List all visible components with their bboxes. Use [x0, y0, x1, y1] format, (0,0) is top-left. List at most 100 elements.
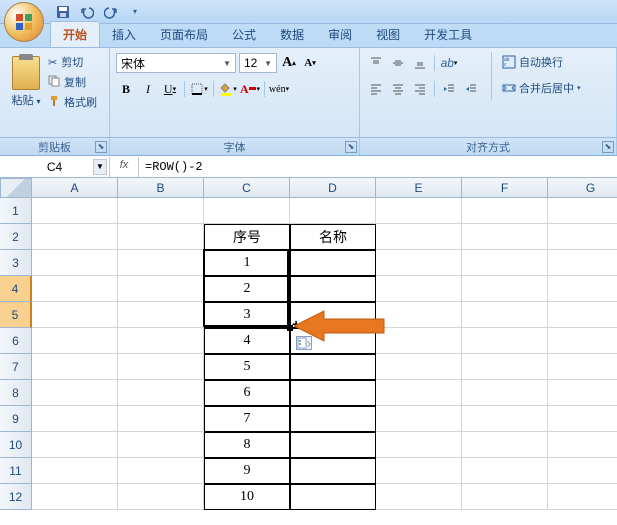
cell-C12[interactable]: 10 — [204, 484, 290, 510]
cell-C9[interactable]: 7 — [204, 406, 290, 432]
cell-B7[interactable] — [118, 354, 204, 380]
shrink-font-button[interactable]: A▾ — [301, 54, 319, 72]
font-color-button[interactable]: A▾ — [240, 79, 260, 99]
cell-G1[interactable] — [548, 198, 617, 224]
cell-F12[interactable] — [462, 484, 548, 510]
office-button[interactable] — [4, 2, 44, 42]
cell-C7[interactable]: 5 — [204, 354, 290, 380]
cell-D10[interactable] — [290, 432, 376, 458]
formula-input[interactable]: =ROW()-2 — [139, 160, 617, 174]
cell-E4[interactable] — [376, 276, 462, 302]
cell-D2[interactable]: 名称 — [290, 224, 376, 250]
cell-C8[interactable]: 6 — [204, 380, 290, 406]
cell-A8[interactable] — [32, 380, 118, 406]
tab-developer[interactable]: 开发工具 — [412, 22, 484, 47]
cell-B5[interactable] — [118, 302, 204, 328]
col-header-D[interactable]: D — [290, 178, 376, 198]
cell-C10[interactable]: 8 — [204, 432, 290, 458]
cell-G5[interactable] — [548, 302, 617, 328]
col-header-G[interactable]: G — [548, 178, 617, 198]
cell-C6[interactable]: 4 — [204, 328, 290, 354]
tab-insert[interactable]: 插入 — [100, 22, 148, 47]
increase-indent-button[interactable] — [461, 79, 481, 99]
cell-G8[interactable] — [548, 380, 617, 406]
cell-A7[interactable] — [32, 354, 118, 380]
col-header-B[interactable]: B — [118, 178, 204, 198]
align-bottom-button[interactable] — [410, 53, 430, 73]
name-box[interactable]: C4 ▼ — [0, 157, 110, 177]
fx-button[interactable]: fx — [116, 159, 132, 175]
cell-B4[interactable] — [118, 276, 204, 302]
cell-D7[interactable] — [290, 354, 376, 380]
cell-C2[interactable]: 序号 — [204, 224, 290, 250]
cell-C4[interactable]: 2 — [204, 276, 290, 302]
font-size-select[interactable]: 12▼ — [239, 53, 277, 73]
cell-F4[interactable] — [462, 276, 548, 302]
row-header-6[interactable]: 6 — [0, 328, 32, 354]
cell-B1[interactable] — [118, 198, 204, 224]
cell-A9[interactable] — [32, 406, 118, 432]
font-dialog-launcher[interactable]: ⬊ — [345, 141, 357, 153]
row-header-8[interactable]: 8 — [0, 380, 32, 406]
cell-F1[interactable] — [462, 198, 548, 224]
wrap-text-button[interactable]: abc自动换行 — [498, 52, 585, 72]
clipboard-dialog-launcher[interactable]: ⬊ — [95, 141, 107, 153]
fill-color-button[interactable]: ▾ — [218, 79, 238, 99]
cell-E9[interactable] — [376, 406, 462, 432]
row-header-7[interactable]: 7 — [0, 354, 32, 380]
cell-D9[interactable] — [290, 406, 376, 432]
align-left-button[interactable] — [366, 79, 386, 99]
col-header-F[interactable]: F — [462, 178, 548, 198]
align-center-button[interactable] — [388, 79, 408, 99]
cell-D11[interactable] — [290, 458, 376, 484]
border-button[interactable]: ▾ — [189, 79, 209, 99]
row-header-4[interactable]: 4 — [0, 276, 32, 302]
cell-A5[interactable] — [32, 302, 118, 328]
cell-B10[interactable] — [118, 432, 204, 458]
cell-E8[interactable] — [376, 380, 462, 406]
cell-E11[interactable] — [376, 458, 462, 484]
cell-F3[interactable] — [462, 250, 548, 276]
cell-F2[interactable] — [462, 224, 548, 250]
col-header-C[interactable]: C — [204, 178, 290, 198]
select-all-button[interactable] — [0, 178, 32, 198]
cell-D3[interactable] — [290, 250, 376, 276]
cell-B2[interactable] — [118, 224, 204, 250]
cell-A6[interactable] — [32, 328, 118, 354]
cell-G2[interactable] — [548, 224, 617, 250]
tab-formulas[interactable]: 公式 — [220, 22, 268, 47]
autofill-options-button[interactable] — [296, 336, 312, 350]
cell-F8[interactable] — [462, 380, 548, 406]
paste-button[interactable]: 粘贴 ▾ — [6, 52, 46, 112]
row-header-9[interactable]: 9 — [0, 406, 32, 432]
merge-center-button[interactable]: 合并后居中▾ — [498, 78, 585, 98]
cell-A2[interactable] — [32, 224, 118, 250]
cut-button[interactable]: ✂剪切 — [48, 52, 97, 72]
row-header-11[interactable]: 11 — [0, 458, 32, 484]
cell-A11[interactable] — [32, 458, 118, 484]
underline-button[interactable]: U▾ — [160, 79, 180, 99]
cell-G3[interactable] — [548, 250, 617, 276]
cell-D8[interactable] — [290, 380, 376, 406]
cell-D1[interactable] — [290, 198, 376, 224]
row-header-2[interactable]: 2 — [0, 224, 32, 250]
row-header-10[interactable]: 10 — [0, 432, 32, 458]
tab-review[interactable]: 审阅 — [316, 22, 364, 47]
grow-font-button[interactable]: A▴ — [280, 54, 298, 72]
row-header-1[interactable]: 1 — [0, 198, 32, 224]
cell-B11[interactable] — [118, 458, 204, 484]
row-header-5[interactable]: 5 — [0, 302, 32, 328]
qat-customize-icon[interactable]: ▾ — [126, 3, 144, 21]
cell-G11[interactable] — [548, 458, 617, 484]
cell-G6[interactable] — [548, 328, 617, 354]
cell-A4[interactable] — [32, 276, 118, 302]
cell-E5[interactable] — [376, 302, 462, 328]
col-header-A[interactable]: A — [32, 178, 118, 198]
col-header-E[interactable]: E — [376, 178, 462, 198]
bold-button[interactable]: B — [116, 79, 136, 99]
fill-handle[interactable] — [287, 325, 293, 331]
cell-E10[interactable] — [376, 432, 462, 458]
cell-E3[interactable] — [376, 250, 462, 276]
font-name-select[interactable]: 宋体▼ — [116, 53, 236, 73]
italic-button[interactable]: I — [138, 79, 158, 99]
